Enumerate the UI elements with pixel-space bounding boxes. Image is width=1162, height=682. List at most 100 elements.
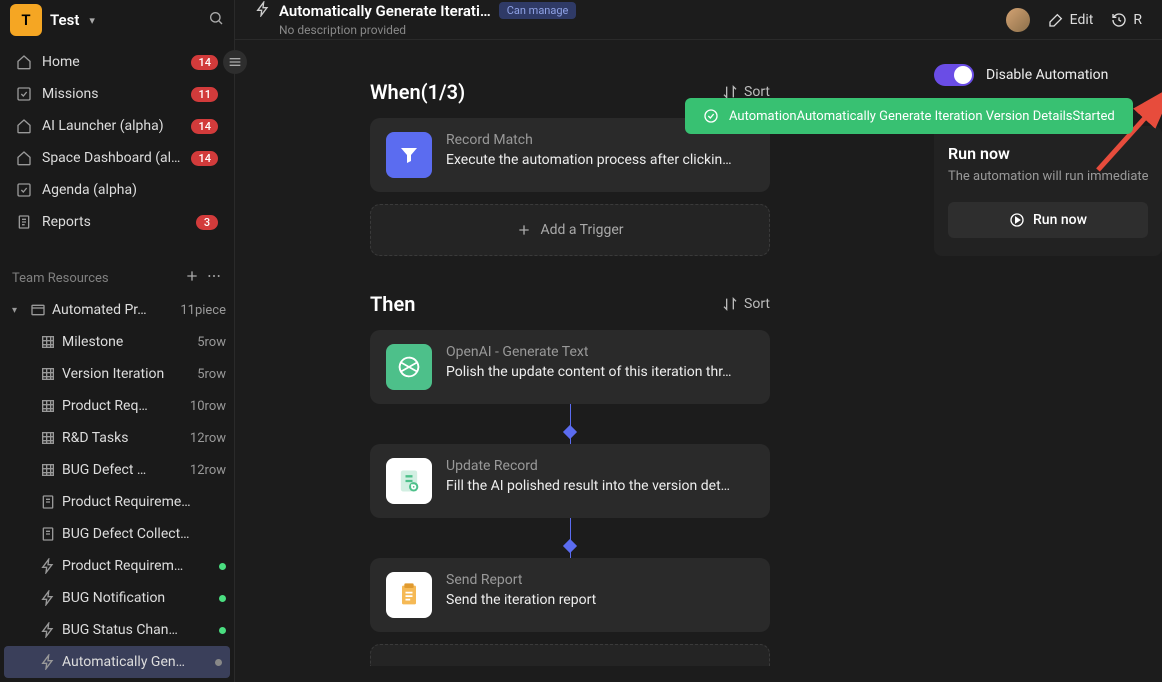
automation-icon bbox=[40, 654, 56, 670]
nav-agenda[interactable]: Agenda (alpha) bbox=[4, 174, 230, 206]
tree-item[interactable]: Version Iteration 5row bbox=[0, 358, 234, 390]
connector bbox=[370, 518, 770, 558]
nav-missions[interactable]: Missions 11 bbox=[4, 78, 230, 110]
run-btn-label: Run now bbox=[1033, 212, 1087, 228]
automation-canvas: When(1/3) Sort Record Match Execute the … bbox=[235, 40, 918, 682]
automation-icon bbox=[40, 558, 56, 574]
automation-icon bbox=[40, 590, 56, 606]
badge: 14 bbox=[191, 119, 218, 134]
nav-space-dashboard[interactable]: Space Dashboard (alpha) 14 bbox=[4, 142, 230, 174]
tree-label: BUG Defect … bbox=[62, 462, 184, 478]
page-header: Automatically Generate Iterati… Can mana… bbox=[235, 0, 1162, 40]
action-card-openai[interactable]: OpenAI - Generate Text Polish the update… bbox=[370, 330, 770, 404]
nav-home[interactable]: Home 14 bbox=[4, 46, 230, 78]
chevron-down-icon: ▾ bbox=[12, 305, 24, 316]
grid-icon bbox=[40, 430, 56, 446]
nav-reports[interactable]: Reports 3 bbox=[4, 206, 230, 238]
tree-label: Automatically Gen… bbox=[62, 654, 209, 670]
sort-button[interactable]: Sort bbox=[722, 296, 770, 312]
add-trigger-label: Add a Trigger bbox=[540, 222, 623, 238]
nav-label: Space Dashboard (alpha) bbox=[42, 150, 181, 166]
chevron-down-icon: ▾ bbox=[89, 14, 95, 27]
then-header: Then Sort bbox=[370, 292, 770, 316]
page-title: Automatically Generate Iterati… bbox=[279, 2, 491, 20]
openai-icon bbox=[386, 344, 432, 390]
status-dot-on bbox=[219, 627, 226, 634]
card-title: Send Report bbox=[446, 572, 754, 588]
badge: 3 bbox=[196, 215, 218, 230]
right-panel: Disable Automation Run now The automatio… bbox=[918, 40, 1162, 682]
card-desc: Send the iteration report bbox=[446, 592, 754, 608]
card-title: Update Record bbox=[446, 458, 754, 474]
automation-icon bbox=[255, 1, 271, 21]
tree-label: Product Requireme… bbox=[62, 494, 226, 510]
tree-item[interactable]: BUG Defect Collect… bbox=[0, 518, 234, 550]
tree-label: BUG Notification bbox=[62, 590, 213, 606]
action-card-update[interactable]: Update Record Fill the AI polished resul… bbox=[370, 444, 770, 518]
history-button[interactable]: R bbox=[1111, 12, 1142, 28]
tree-root[interactable]: ▾ Automated Pr… 11piece bbox=[0, 294, 234, 326]
toggle-label: Disable Automation bbox=[986, 67, 1108, 83]
tree-label: R&D Tasks bbox=[62, 430, 184, 446]
primary-nav: Home 14 Missions 11 AI Launcher (alpha) … bbox=[0, 40, 234, 244]
permission-tag: Can manage bbox=[499, 2, 577, 19]
tree-label: Milestone bbox=[62, 334, 191, 350]
nav-label: Agenda (alpha) bbox=[42, 182, 218, 198]
add-trigger-button[interactable]: Add a Trigger bbox=[370, 204, 770, 256]
tree-item[interactable]: Product Req… 10row bbox=[0, 390, 234, 422]
then-title: Then bbox=[370, 292, 415, 316]
tree-label: Automated Pr… bbox=[52, 302, 174, 318]
tree-count: 5row bbox=[197, 367, 226, 382]
update-record-icon bbox=[386, 458, 432, 504]
tree-label: Product Req… bbox=[62, 398, 184, 414]
workspace-header[interactable]: T Test ▾ bbox=[0, 0, 234, 40]
tree-label: BUG Defect Collect… bbox=[62, 526, 226, 542]
tree-count: 12row bbox=[190, 463, 226, 478]
tree-item[interactable]: BUG Defect … 12row bbox=[0, 454, 234, 486]
sort-label: Sort bbox=[744, 296, 770, 312]
checkbox-icon bbox=[16, 86, 32, 102]
tree-item[interactable]: Milestone 5row bbox=[0, 326, 234, 358]
badge: 11 bbox=[191, 87, 218, 102]
tree-item[interactable]: BUG Status Chan… bbox=[0, 614, 234, 646]
content: When(1/3) Sort Record Match Execute the … bbox=[235, 40, 1162, 682]
status-dot-on bbox=[219, 595, 226, 602]
avatar[interactable] bbox=[1006, 8, 1030, 32]
search-icon[interactable] bbox=[208, 10, 224, 30]
connector bbox=[370, 404, 770, 444]
tree-item[interactable]: Product Requireme… bbox=[0, 486, 234, 518]
add-action-button[interactable] bbox=[370, 644, 770, 666]
automation-icon bbox=[40, 622, 56, 638]
workspace-name: Test bbox=[50, 11, 79, 29]
tree-item-active[interactable]: Automatically Gen… bbox=[4, 646, 230, 678]
badge: 14 bbox=[191, 55, 218, 70]
card-title: Record Match bbox=[446, 132, 754, 148]
workspace-badge: T bbox=[10, 4, 42, 36]
form-icon bbox=[40, 494, 56, 510]
nav-ai-launcher[interactable]: AI Launcher (alpha) 14 bbox=[4, 110, 230, 142]
when-title: When(1/3) bbox=[370, 80, 465, 104]
edit-button[interactable]: Edit bbox=[1048, 12, 1094, 28]
card-title: OpenAI - Generate Text bbox=[446, 344, 754, 360]
home-icon bbox=[16, 150, 32, 166]
page-subtitle: No description provided bbox=[279, 23, 994, 37]
tree-item[interactable]: BUG Notification bbox=[0, 582, 234, 614]
plus-icon[interactable] bbox=[184, 268, 200, 288]
tree-label: BUG Status Chan… bbox=[62, 622, 213, 638]
tree-item[interactable]: Product Requirem… bbox=[0, 550, 234, 582]
grid-icon bbox=[40, 398, 56, 414]
run-now-section: Run now The automation will run immediat… bbox=[934, 126, 1162, 256]
tree-count: 5row bbox=[197, 335, 226, 350]
nav-label: Missions bbox=[42, 86, 181, 102]
run-now-button[interactable]: Run now bbox=[948, 202, 1148, 238]
action-card-report[interactable]: Send Report Send the iteration report bbox=[370, 558, 770, 632]
tree-count: 12row bbox=[190, 431, 226, 446]
section-label: Team Resources bbox=[12, 271, 184, 286]
tree-item[interactable]: R&D Tasks 12row bbox=[0, 422, 234, 454]
team-resources-header: Team Resources bbox=[0, 262, 234, 294]
more-icon[interactable] bbox=[206, 268, 222, 288]
report-icon bbox=[386, 572, 432, 618]
disable-automation-toggle[interactable] bbox=[934, 64, 974, 86]
nav-label: AI Launcher (alpha) bbox=[42, 118, 181, 134]
nav-label: Home bbox=[42, 54, 181, 70]
